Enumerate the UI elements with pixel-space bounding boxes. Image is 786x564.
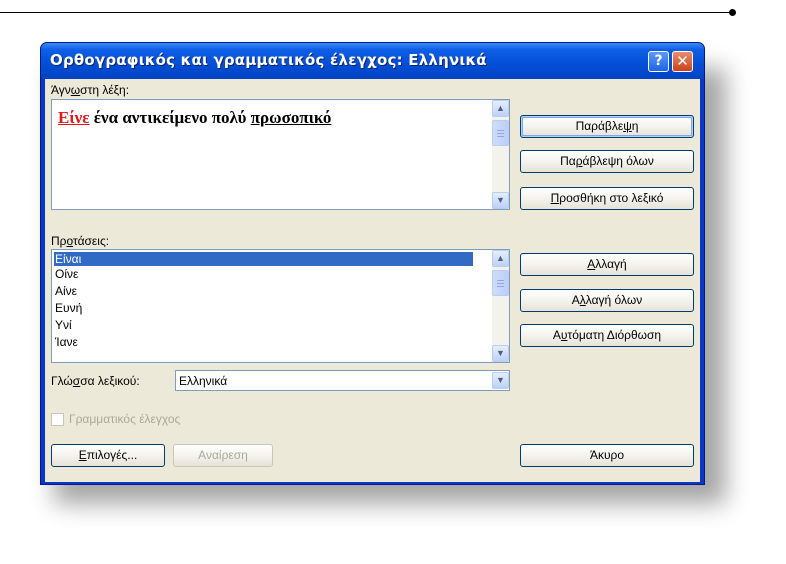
grammar-check-checkbox[interactable] bbox=[51, 413, 64, 426]
scroll-down-arrow-icon[interactable]: ▼ bbox=[492, 192, 509, 209]
suggestion-item[interactable]: Ίανε bbox=[54, 335, 473, 349]
close-button[interactable]: ✕ bbox=[672, 51, 693, 72]
change-all-button[interactable]: Αλλαγή όλων bbox=[520, 289, 694, 312]
scroll-thumb[interactable] bbox=[492, 270, 509, 296]
suggestion-item[interactable]: Υνί bbox=[54, 318, 473, 332]
undo-button[interactable]: Αναίρεση bbox=[173, 444, 273, 467]
scroll-thumb[interactable] bbox=[492, 120, 509, 146]
suggestion-item[interactable]: Είναι bbox=[54, 252, 473, 266]
dictionary-language-select[interactable]: Ελληνικά ▼ bbox=[175, 370, 510, 391]
add-to-dictionary-button[interactable]: Προσθήκη στο λεξικό bbox=[520, 187, 694, 210]
grammar-flagged-word: πρωσοπικό bbox=[250, 108, 332, 127]
close-icon: ✕ bbox=[676, 52, 689, 70]
suggestion-item[interactable]: Ευνή bbox=[54, 301, 473, 315]
not-in-dictionary-textbox[interactable]: Είνε ένα αντικείμενο πολύ πρωσοπικό ▲ ▼ bbox=[51, 99, 510, 210]
dictionary-language-label: Γλώσσα λεξικού: bbox=[51, 374, 140, 388]
suggestions-listbox[interactable]: Είναι Οίνε Αίνε Ευνή Υνί Ίανε ▲ ▼ bbox=[51, 249, 510, 363]
top-rule-line bbox=[0, 12, 732, 13]
suggestion-item[interactable]: Αίνε bbox=[54, 284, 473, 298]
cancel-button[interactable]: Άκυρο bbox=[520, 444, 694, 467]
top-rule-endpoint bbox=[729, 9, 736, 16]
grammar-check-label: Γραμματικός έλεγχος bbox=[69, 412, 181, 426]
sentence-text: Είνε ένα αντικείμενο πολύ πρωσοπικό bbox=[58, 108, 331, 128]
dialog-title: Ορθογραφικός και γραμματικός έλεγχος: Ελ… bbox=[50, 51, 487, 69]
spelling-dialog: Ορθογραφικός και γραμματικός έλεγχος: Ελ… bbox=[40, 42, 705, 485]
title-bar[interactable]: Ορθογραφικός και γραμματικός έλεγχος: Ελ… bbox=[41, 43, 704, 79]
misspelled-word: Είνε bbox=[58, 108, 90, 127]
scroll-up-arrow-icon[interactable]: ▲ bbox=[492, 100, 509, 117]
change-button[interactable]: Αλλαγή bbox=[520, 253, 694, 276]
sentence-scrollbar[interactable]: ▲ ▼ bbox=[492, 100, 509, 209]
help-icon: ? bbox=[654, 53, 663, 69]
suggestions-label: Προτάσεις: bbox=[51, 234, 110, 248]
help-button[interactable]: ? bbox=[648, 51, 669, 72]
suggestion-item[interactable]: Οίνε bbox=[54, 267, 473, 281]
ignore-all-button[interactable]: Παράβλεψη όλων bbox=[520, 150, 694, 173]
dictionary-language-value: Ελληνικά bbox=[179, 374, 228, 388]
autocorrect-button[interactable]: Αυτόματη Διόρθωση bbox=[520, 324, 694, 347]
unknown-word-label: Άγνωστη λέξη: bbox=[51, 83, 130, 97]
options-button[interactable]: Επιλογές... bbox=[51, 444, 165, 467]
dialog-body: Άγνωστη λέξη: Είνε ένα αντικείμενο πολύ … bbox=[45, 79, 700, 482]
chevron-down-icon[interactable]: ▼ bbox=[492, 372, 509, 389]
scroll-down-arrow-icon[interactable]: ▼ bbox=[492, 345, 509, 362]
scroll-up-arrow-icon[interactable]: ▲ bbox=[492, 250, 509, 267]
suggestions-scrollbar[interactable]: ▲ ▼ bbox=[492, 250, 509, 362]
ignore-button[interactable]: Παράβλεψη bbox=[520, 115, 694, 138]
sentence-middle: ένα αντικείμενο πολύ bbox=[89, 108, 251, 127]
